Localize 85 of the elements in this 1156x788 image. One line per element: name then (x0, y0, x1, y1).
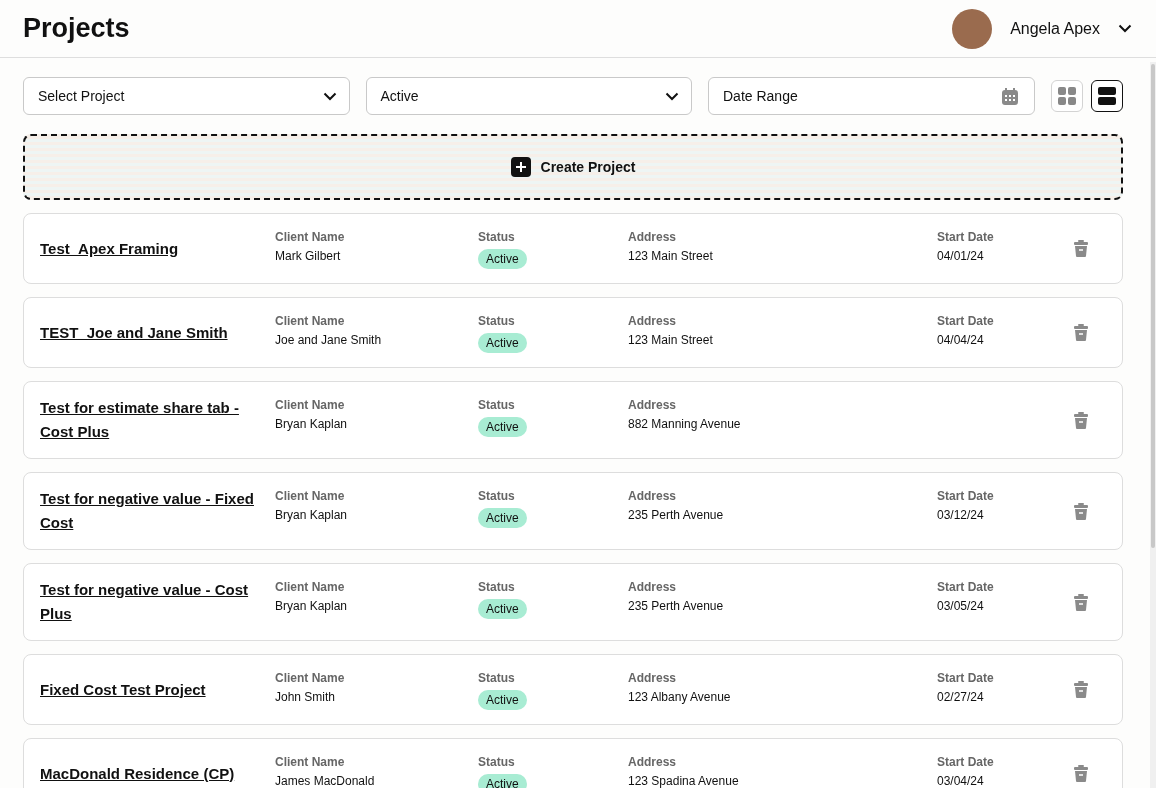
client-name: Bryan Kaplan (275, 417, 349, 431)
client-name: Mark Gilbert (275, 249, 342, 263)
field-label: Address (628, 314, 678, 328)
field-label: Status (478, 230, 516, 244)
field-label: Start Date (937, 314, 995, 328)
client-name: Bryan Kaplan (275, 599, 349, 613)
field-label: Client Name (275, 580, 346, 594)
trash-icon[interactable] (1074, 593, 1088, 611)
address-text: 123 Albany Avenue (628, 690, 732, 704)
address-text: 123 Main Street (628, 249, 714, 263)
grid-icon (1058, 87, 1076, 105)
field-label: Address (628, 671, 678, 685)
chevron-down-icon (665, 91, 679, 101)
trash-icon[interactable] (1074, 765, 1088, 782)
field-label: Start Date (937, 580, 995, 594)
calendar-icon (1002, 88, 1018, 105)
plus-icon (510, 157, 531, 177)
start-date: 03/12/24 (937, 508, 985, 522)
project-name-link[interactable]: Test for negative value - Fixed Cost (40, 487, 262, 535)
grid-view-button[interactable] (1051, 80, 1083, 112)
field-label: Status (478, 398, 516, 412)
field-label: Status (478, 671, 516, 685)
user-name[interactable]: Angela Apex (1010, 19, 1100, 38)
client-name: Joe and Jane Smith (275, 333, 383, 347)
project-name-link[interactable]: TEST_Joe and Jane Smith (40, 320, 262, 345)
client-name: James MacDonald (275, 774, 376, 788)
status-badge: Active (478, 774, 527, 788)
client-name: John Smith (275, 690, 337, 704)
field-label: Client Name (275, 314, 346, 328)
field-label: Start Date (937, 755, 995, 769)
project-name-link[interactable]: MacDonald Residence (CP) (40, 761, 262, 786)
list-view-button[interactable] (1091, 80, 1123, 112)
field-label: Address (628, 489, 678, 503)
chevron-down-icon (322, 91, 337, 101)
field-label: Address (628, 398, 678, 412)
field-label: Status (478, 580, 516, 594)
address-text: 235 Perth Avenue (628, 599, 725, 613)
project-name-link[interactable]: Test_Apex Framing (40, 236, 262, 261)
field-label: Start Date (937, 230, 995, 244)
status-badge: Active (478, 249, 527, 269)
field-label: Address (628, 230, 678, 244)
address-text: 235 Perth Avenue (628, 508, 725, 522)
trash-icon[interactable] (1074, 411, 1088, 429)
project-name-link[interactable]: Fixed Cost Test Project (40, 677, 262, 702)
field-label: Address (628, 755, 678, 769)
start-date: 04/01/24 (937, 249, 985, 263)
project-select[interactable]: Select Project (23, 77, 350, 115)
start-date: 03/05/24 (937, 599, 985, 613)
project-name-link[interactable]: Test for negative value - Cost Plus (40, 578, 262, 626)
field-label: Status (478, 314, 516, 328)
field-label: Client Name (275, 755, 346, 769)
page-title: Projects (23, 13, 130, 44)
status-badge: Active (478, 333, 527, 353)
status-badge: Active (478, 417, 527, 437)
trash-icon[interactable] (1074, 681, 1088, 698)
list-icon (1098, 87, 1116, 105)
field-label: Start Date (937, 489, 995, 503)
field-label: Client Name (275, 671, 346, 685)
date-range-field[interactable]: Date Range (708, 77, 1035, 115)
status-select[interactable]: Active (365, 77, 692, 115)
project-name-link[interactable]: Test for estimate share tab - Cost Plus (40, 396, 262, 444)
scrollbar-thumb[interactable] (1151, 64, 1155, 548)
field-label: Client Name (275, 230, 346, 244)
status-badge: Active (478, 690, 527, 710)
field-label: Status (478, 489, 516, 503)
status-badge: Active (478, 599, 527, 619)
field-label: Client Name (275, 489, 346, 503)
trash-icon[interactable] (1074, 240, 1088, 257)
field-label: Client Name (275, 398, 346, 412)
start-date: 04/04/24 (937, 333, 985, 347)
start-date: 02/27/24 (937, 690, 985, 704)
address-text: 123 Main Street (628, 333, 714, 347)
field-label: Status (478, 755, 516, 769)
create-project-button[interactable]: Create Project (23, 134, 1123, 200)
address-text: 882 Manning Avenue (628, 417, 742, 431)
client-name: Bryan Kaplan (275, 508, 349, 522)
address-text: 123 Spadina Avenue (628, 774, 740, 788)
user-avatar[interactable] (952, 8, 993, 49)
trash-icon[interactable] (1074, 502, 1088, 520)
field-label: Address (628, 580, 678, 594)
trash-icon[interactable] (1074, 324, 1088, 341)
chevron-down-icon (1118, 24, 1132, 33)
field-label: Start Date (937, 671, 995, 685)
start-date: 03/04/24 (937, 774, 985, 788)
status-badge: Active (478, 508, 527, 528)
